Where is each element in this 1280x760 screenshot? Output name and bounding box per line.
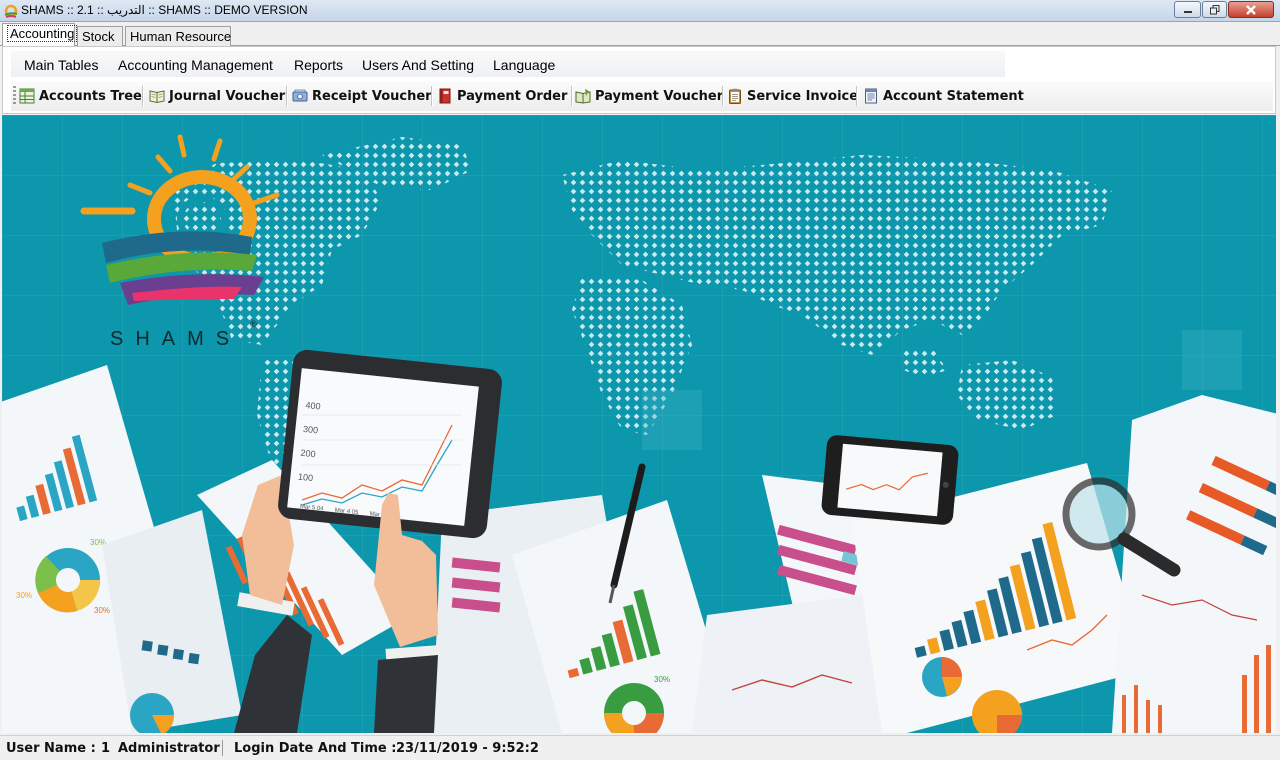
toolbar-label: Accounts Tree <box>39 88 142 104</box>
logo-text: SHAMS <box>110 328 241 350</box>
status-bar: User Name : 1 Administrator Login Date A… <box>0 735 1280 760</box>
login-time-label: Login Date And Time : <box>234 741 397 756</box>
toolbar-separator <box>431 86 433 106</box>
user-name-value: Administrator <box>118 741 220 756</box>
login-time-value: 23/11/2019 - 9:52:2 <box>396 741 539 756</box>
status-separator <box>222 740 223 756</box>
tab-human-resource[interactable]: Human Resource <box>125 26 231 46</box>
toolbar-separator <box>722 86 724 106</box>
toolbar-label: Service Invoice <box>747 88 859 104</box>
statement-sheet-icon <box>865 88 877 104</box>
title-bar: SHAMS :: 2.1 :: التدريب :: SHAMS :: DEMO… <box>0 0 1280 22</box>
restore-icon <box>1209 4 1219 14</box>
app-icon <box>4 4 18 18</box>
toolbar-label: Receipt Voucher <box>312 88 432 104</box>
menu-main-tables[interactable]: Main Tables <box>24 57 98 73</box>
axis-tick: 200 <box>300 448 316 460</box>
receipt-voucher-button[interactable]: Receipt Voucher <box>292 85 432 107</box>
toolbar-label: Payment Order <box>457 88 568 104</box>
pie-label: 30% <box>16 591 32 600</box>
tab-accounting[interactable]: Accounting <box>2 23 78 46</box>
tree-grid-icon <box>19 88 35 104</box>
user-id-value: 1 <box>101 741 111 756</box>
red-book-icon <box>439 88 451 104</box>
toolbar-label: Account Statement <box>883 88 1024 104</box>
menu-accounting-management[interactable]: Accounting Management <box>118 57 273 73</box>
user-name-label: User Name : <box>6 741 96 756</box>
menu-language[interactable]: Language <box>493 57 555 73</box>
voucher-book-icon <box>575 89 591 104</box>
ribbon-panel: Main Tables Accounting Management Report… <box>2 46 1276 114</box>
logo-trademark: ® <box>250 319 257 329</box>
close-button[interactable] <box>1228 1 1274 18</box>
menu-users-and-setting[interactable]: Users And Setting <box>362 57 474 73</box>
cash-receipt-icon <box>292 89 308 102</box>
toolbar-separator <box>142 86 144 106</box>
quick-toolbar: Accounts Tree Journal Voucher Receipt Vo… <box>11 81 1273 111</box>
tab-label: Human Resource <box>130 29 232 44</box>
dashboard-wallpaper: SHAMS ® 30% 30% 30% 30% 400 300 200 100 … <box>2 115 1276 733</box>
tab-stock[interactable]: Stock <box>77 26 123 46</box>
wallpaper-illustration: SHAMS ® 30% 30% 30% 30% 400 300 200 100 … <box>2 115 1276 733</box>
toolbar-separator <box>286 86 288 106</box>
phone-illustration <box>821 435 959 525</box>
pie-label: 30% <box>94 606 110 615</box>
close-icon <box>1246 4 1256 15</box>
open-book-icon <box>149 90 165 104</box>
toolbar-label: Journal Voucher <box>169 88 286 104</box>
clipboard-icon <box>729 88 741 104</box>
axis-tick: 100 <box>298 472 314 484</box>
payment-voucher-button[interactable]: Payment Voucher <box>575 85 723 107</box>
tab-label: Accounting <box>7 25 78 42</box>
toolbar-label: Payment Voucher <box>595 88 724 104</box>
pie-label: 30% <box>654 675 670 684</box>
toolbar-separator <box>856 86 858 106</box>
module-tabs: Accounting Stock Human Resource <box>0 22 1280 46</box>
minimize-button[interactable] <box>1174 1 1201 18</box>
axis-tick: 400 <box>305 400 321 412</box>
menu-reports[interactable]: Reports <box>294 57 343 73</box>
tab-label: Stock <box>82 29 115 44</box>
window-title: SHAMS :: 2.1 :: التدريب :: SHAMS :: DEMO… <box>21 3 308 17</box>
toolbar-separator <box>571 86 573 106</box>
menu-bar: Main Tables Accounting Management Report… <box>11 51 1005 77</box>
restore-button[interactable] <box>1202 1 1227 18</box>
minimize-icon <box>1183 10 1192 13</box>
accounts-tree-button[interactable]: Accounts Tree <box>19 85 142 107</box>
toolbar-grip[interactable] <box>13 86 16 106</box>
journal-voucher-button[interactable]: Journal Voucher <box>149 85 285 107</box>
axis-tick: 300 <box>303 424 319 436</box>
payment-order-button[interactable]: Payment Order <box>437 85 567 107</box>
service-invoice-button[interactable]: Service Invoice <box>727 85 858 107</box>
account-statement-button[interactable]: Account Statement <box>863 85 1024 107</box>
